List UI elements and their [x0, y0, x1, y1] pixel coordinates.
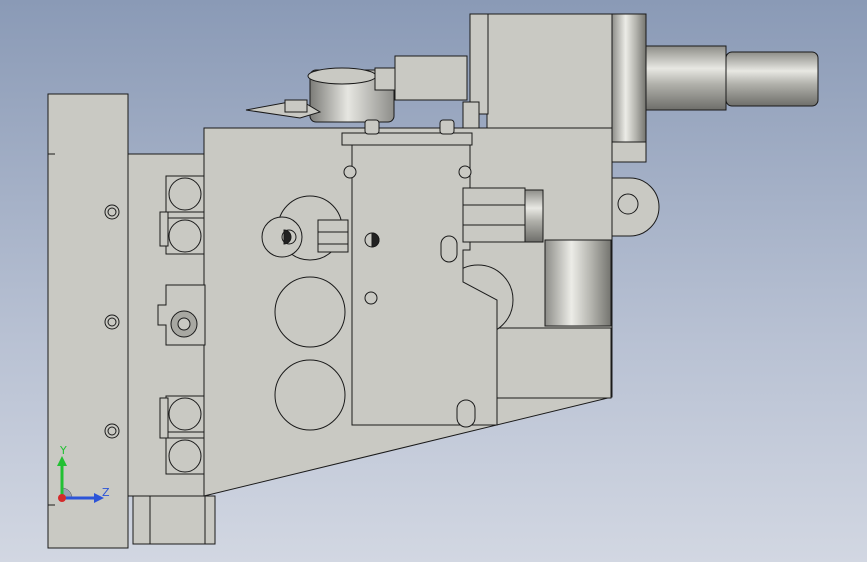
cad-model[interactable] [0, 0, 867, 562]
screw-3 [104, 423, 120, 439]
bore-2 [274, 359, 346, 431]
hex-fitting [462, 187, 526, 243]
z-axis-label: Z [102, 486, 110, 499]
motor-shaft [645, 45, 727, 111]
motor-block [486, 13, 613, 129]
y-axis-label: Y [60, 444, 67, 457]
right-lower-block [496, 327, 612, 399]
bottom-block [132, 495, 216, 545]
cad-viewport[interactable]: Y Z [0, 0, 867, 562]
screw-1 [104, 204, 120, 220]
screw-2 [104, 314, 120, 330]
bore-1 [274, 276, 346, 348]
vertical-cylinder [544, 239, 612, 327]
